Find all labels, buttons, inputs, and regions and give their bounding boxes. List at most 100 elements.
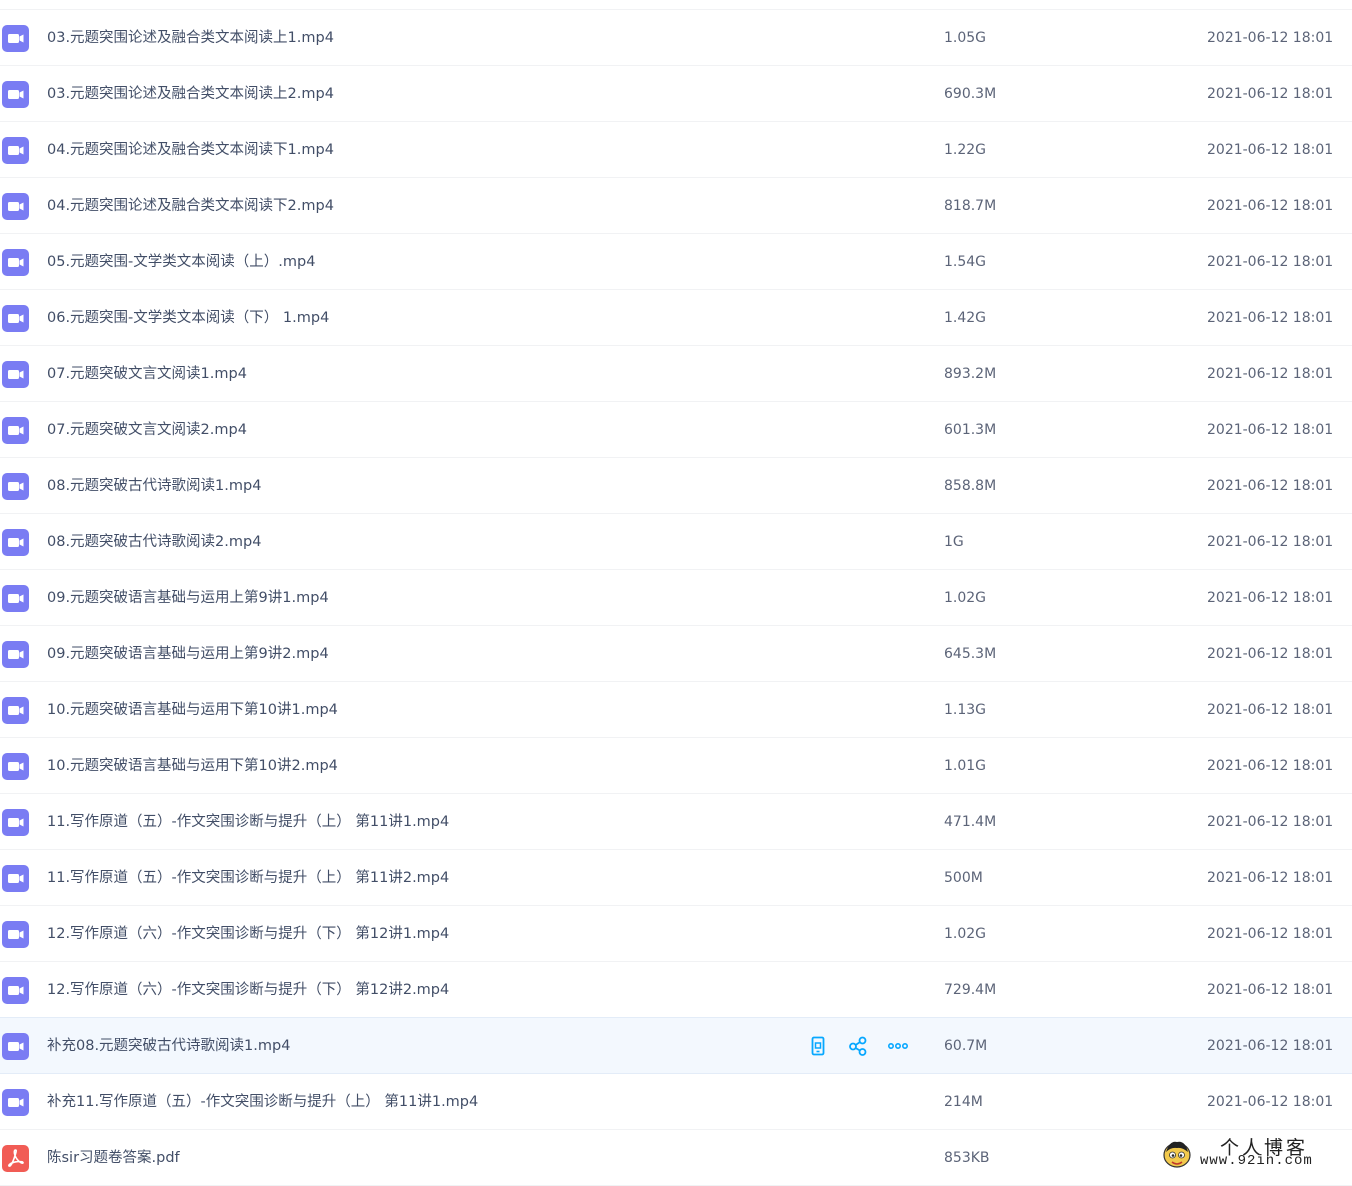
- file-modified-date: 2021-06-12 18:01: [1207, 982, 1334, 998]
- file-row[interactable]: 09.元题突破语言基础与运用上第9讲2.mp4 645.3M 2021-06-12 …: [0, 626, 1352, 682]
- more-options-button[interactable]: [886, 1034, 910, 1058]
- file-row[interactable]: 06.元题突围-文学类文本阅读（下） 1.mp4 1.42G 2021-06-12 …: [0, 290, 1352, 346]
- video-file-icon: [2, 1033, 29, 1060]
- file-row[interactable]: 08.元题突破古代诗歌阅读1.mp4 858.8M 2021-06-12 18:01: [0, 458, 1352, 514]
- watermark-url: www.92in.com: [1200, 1153, 1313, 1169]
- video-file-icon: [2, 697, 29, 724]
- file-size: 601.3M: [944, 422, 997, 438]
- file-name[interactable]: 08.元题突破古代诗歌阅读1.mp4: [47, 476, 261, 496]
- file-modified-date: 2021-06-12 18:01: [1207, 1094, 1334, 1110]
- file-name[interactable]: 11.写作原道（五）-作文突围诊断与提升（上） 第11讲1.mp4: [47, 812, 449, 832]
- file-name[interactable]: 03.元题突围论述及融合类文本阅读上2.mp4: [47, 84, 334, 104]
- file-modified-date: 2021-06-12 18:01: [1207, 30, 1334, 46]
- file-size: 1.02G: [944, 926, 987, 942]
- file-modified-date: 2021-06-12 18:01: [1207, 870, 1334, 886]
- file-size: 893.2M: [944, 366, 997, 382]
- video-file-icon: [2, 473, 29, 500]
- file-row[interactable]: 11.写作原道（五）-作文突围诊断与提升（上） 第11讲2.mp4 500M 202…: [0, 850, 1352, 906]
- video-file-icon: [2, 809, 29, 836]
- file-name[interactable]: 04.元题突围论述及融合类文本阅读下1.mp4: [47, 140, 334, 160]
- send-to-phone-button[interactable]: [806, 1034, 830, 1058]
- file-size: 645.3M: [944, 646, 997, 662]
- file-name[interactable]: 09.元题突破语言基础与运用上第9讲2.mp4: [47, 644, 329, 664]
- file-size: 858.8M: [944, 478, 997, 494]
- file-size: 1.22G: [944, 142, 987, 158]
- file-size: 690.3M: [944, 86, 997, 102]
- row-actions: [806, 1034, 916, 1058]
- phone-icon: [806, 1034, 830, 1058]
- video-file-icon: [2, 585, 29, 612]
- file-modified-date: 2021-06-12 18:01: [1207, 702, 1334, 718]
- file-row[interactable]: 05.元题突围-文学类文本阅读（上）.mp4 1.54G 2021-06-12 18…: [0, 234, 1352, 290]
- file-row[interactable]: 11.写作原道（五）-作文突围诊断与提升（上） 第11讲1.mp4 471.4M 2…: [0, 794, 1352, 850]
- video-file-icon: [2, 1089, 29, 1116]
- file-row[interactable]: 10.元题突破语言基础与运用下第10讲1.mp4 1.13G 2021-06-12 …: [0, 682, 1352, 738]
- file-modified-date: 2021-06-12 18:01: [1207, 926, 1334, 942]
- file-name[interactable]: 补充08.元题突破古代诗歌阅读1.mp4: [47, 1036, 290, 1056]
- file-size: 60.7M: [944, 1038, 988, 1054]
- file-name[interactable]: 10.元题突破语言基础与运用下第10讲1.mp4: [47, 700, 338, 720]
- file-modified-date: 2021-06-12 18:01: [1207, 758, 1334, 774]
- file-name[interactable]: 12.写作原道（六）-作文突围诊断与提升（下） 第12讲1.mp4: [47, 924, 449, 944]
- more-icon: [886, 1034, 910, 1058]
- file-name[interactable]: 09.元题突破语言基础与运用上第9讲1.mp4: [47, 588, 329, 608]
- file-modified-date: 2021-06-12 18:01: [1207, 1038, 1334, 1054]
- file-row[interactable]: 04.元题突围论述及融合类文本阅读下2.mp4 818.7M 2021-06-12 …: [0, 178, 1352, 234]
- file-modified-date: 2021-06-12 18:01: [1207, 86, 1334, 102]
- file-name[interactable]: 07.元题突破文言文阅读2.mp4: [47, 420, 247, 440]
- file-row[interactable]: 补充08.元题突破古代诗歌阅读1.mp4 60.7M 2021-06-12 18:0…: [0, 1017, 1352, 1074]
- file-name[interactable]: 陈sir习题卷答案.pdf: [47, 1148, 180, 1168]
- file-row[interactable]: 03.元题突围论述及融合类文本阅读上1.mp4 1.05G 2021-06-12 1…: [0, 10, 1352, 66]
- file-row[interactable]: 03.元题突围论述及融合类文本阅读上2.mp4 690.3M 2021-06-12 …: [0, 66, 1352, 122]
- video-file-icon: [2, 305, 29, 332]
- file-row[interactable]: 09.元题突破语言基础与运用上第9讲1.mp4 1.02G 2021-06-12 1…: [0, 570, 1352, 626]
- file-modified-date: 2021-06-12 18:01: [1207, 366, 1334, 382]
- file-modified-date: 2021-06-12 18:01: [1207, 142, 1334, 158]
- file-row[interactable]: 07.元题突破文言文阅读2.mp4 601.3M 2021-06-12 18:01: [0, 402, 1352, 458]
- file-name[interactable]: 03.元题突围论述及融合类文本阅读上1.mp4: [47, 28, 334, 48]
- video-file-icon: [2, 361, 29, 388]
- file-row[interactable]: 12.写作原道（六）-作文突围诊断与提升（下） 第12讲2.mp4 729.4M 2…: [0, 962, 1352, 1018]
- file-name[interactable]: 10.元题突破语言基础与运用下第10讲2.mp4: [47, 756, 338, 776]
- file-modified-date: 2021-06-12 18:01: [1207, 310, 1334, 326]
- file-row[interactable]: 陈sir习题卷答案.pdf 853KB: [0, 1130, 1352, 1186]
- file-modified-date: 2021-06-12 18:01: [1207, 254, 1334, 270]
- file-row[interactable]: 04.元题突围论述及融合类文本阅读下1.mp4 1.22G 2021-06-12 1…: [0, 122, 1352, 178]
- file-modified-date: 2021-06-12 18:01: [1207, 534, 1334, 550]
- file-modified-date: 2021-06-12 18:01: [1207, 422, 1334, 438]
- file-modified-date: 2021-06-12 18:01: [1207, 814, 1334, 830]
- file-modified-date: 2021-06-12 18:01: [1207, 478, 1334, 494]
- file-size: 1.02G: [944, 590, 987, 606]
- file-size: 853KB: [944, 1150, 990, 1166]
- file-name[interactable]: 05.元题突围-文学类文本阅读（上）.mp4: [47, 252, 315, 272]
- file-size: 471.4M: [944, 814, 997, 830]
- file-modified-date: 2021-06-12 18:01: [1207, 646, 1334, 662]
- file-size: 214M: [944, 1094, 983, 1110]
- video-file-icon: [2, 137, 29, 164]
- file-modified-date: 2021-06-12 18:01: [1207, 198, 1334, 214]
- watermark-logo-icon: [1163, 1141, 1191, 1168]
- file-name[interactable]: 补充11.写作原道（五）-作文突围诊断与提升（上） 第11讲1.mp4: [47, 1092, 478, 1112]
- share-icon: [846, 1034, 870, 1058]
- file-size: 729.4M: [944, 982, 997, 998]
- file-row[interactable]: 补充11.写作原道（五）-作文突围诊断与提升（上） 第11讲1.mp4 214M 2…: [0, 1074, 1352, 1130]
- file-list: 03.元题突围论述及融合类文本阅读上1.mp4 1.05G 2021-06-12 1…: [0, 9, 1352, 1186]
- share-button[interactable]: [846, 1034, 870, 1058]
- file-row[interactable]: 07.元题突破文言文阅读1.mp4 893.2M 2021-06-12 18:01: [0, 346, 1352, 402]
- video-file-icon: [2, 193, 29, 220]
- file-size: 500M: [944, 870, 983, 886]
- video-file-icon: [2, 417, 29, 444]
- watermark: 个人博客 www.92in.com: [1158, 1132, 1348, 1175]
- file-name[interactable]: 04.元题突围论述及融合类文本阅读下2.mp4: [47, 196, 334, 216]
- file-name[interactable]: 08.元题突破古代诗歌阅读2.mp4: [47, 532, 261, 552]
- video-file-icon: [2, 865, 29, 892]
- file-name[interactable]: 11.写作原道（五）-作文突围诊断与提升（上） 第11讲2.mp4: [47, 868, 449, 888]
- file-name[interactable]: 07.元题突破文言文阅读1.mp4: [47, 364, 247, 384]
- file-name[interactable]: 12.写作原道（六）-作文突围诊断与提升（下） 第12讲2.mp4: [47, 980, 449, 1000]
- video-file-icon: [2, 25, 29, 52]
- file-name[interactable]: 06.元题突围-文学类文本阅读（下） 1.mp4: [47, 308, 329, 328]
- file-row[interactable]: 10.元题突破语言基础与运用下第10讲2.mp4 1.01G 2021-06-12 …: [0, 738, 1352, 794]
- file-row[interactable]: 08.元题突破古代诗歌阅读2.mp4 1G 2021-06-12 18:01: [0, 514, 1352, 570]
- file-row[interactable]: 12.写作原道（六）-作文突围诊断与提升（下） 第12讲1.mp4 1.02G 20…: [0, 906, 1352, 962]
- file-size: 1.42G: [944, 310, 987, 326]
